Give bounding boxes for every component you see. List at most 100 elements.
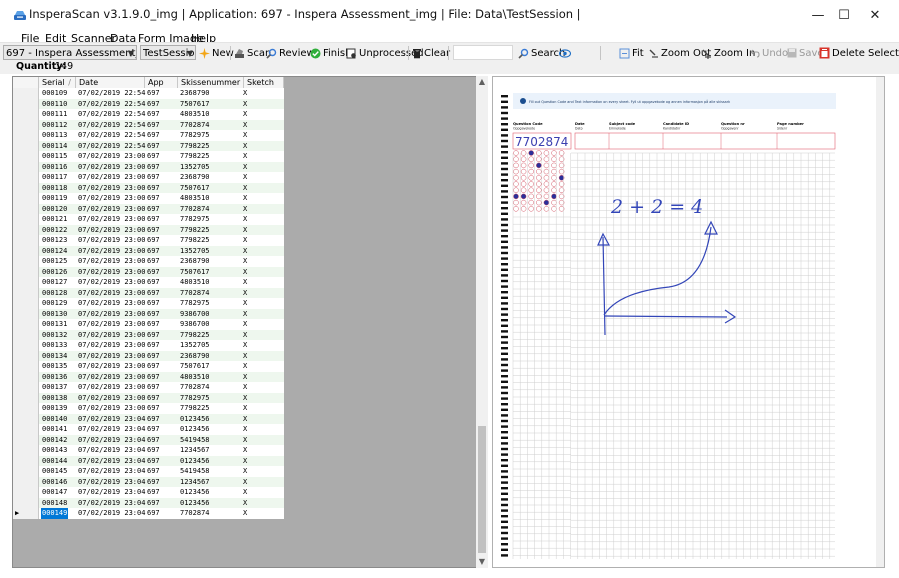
- table-row[interactable]: 000125 07/02/2019 23:00 697 2368790 X: [13, 256, 284, 267]
- clear-button[interactable]: Clear: [412, 46, 450, 60]
- column-header-skissenummer[interactable]: Skissenummer: [178, 77, 244, 88]
- row-header[interactable]: [13, 266, 39, 277]
- row-header[interactable]: [13, 413, 39, 424]
- table-row[interactable]: 000145 07/02/2019 23:04 697 5419458 X: [13, 466, 284, 477]
- table-row[interactable]: 000123 07/02/2019 23:00 697 7798225 X: [13, 235, 284, 246]
- review-button[interactable]: Review: [266, 46, 315, 60]
- search-input[interactable]: [453, 45, 513, 60]
- row-header[interactable]: [13, 476, 39, 487]
- row-header[interactable]: [13, 329, 39, 340]
- fit-button[interactable]: Fit: [619, 46, 644, 60]
- close-button[interactable]: ✕: [853, 4, 897, 26]
- scrollbar-thumb[interactable]: [478, 426, 486, 553]
- table-row[interactable]: 000131 07/02/2019 23:00 697 9386700 X: [13, 319, 284, 330]
- row-header[interactable]: [13, 193, 39, 204]
- new-button[interactable]: New: [199, 46, 234, 60]
- table-row[interactable]: 000117 07/02/2019 23:00 697 2368790 X: [13, 172, 284, 183]
- table-row[interactable]: 000138 07/02/2019 23:00 697 7782975 X: [13, 392, 284, 403]
- table-row[interactable]: 000128 07/02/2019 23:00 697 7702874 X: [13, 287, 284, 298]
- table-row[interactable]: 000133 07/02/2019 23:00 697 1352705 X: [13, 340, 284, 351]
- row-header[interactable]: [13, 245, 39, 256]
- row-header[interactable]: [13, 214, 39, 225]
- table-row[interactable]: 000111 07/02/2019 22:54 697 4803510 X: [13, 109, 284, 120]
- row-header[interactable]: [13, 340, 39, 351]
- row-header[interactable]: [13, 382, 39, 393]
- table-row[interactable]: 000143 07/02/2019 23:04 697 1234567 X: [13, 445, 284, 456]
- table-row[interactable]: 000127 07/02/2019 23:00 697 4803510 X: [13, 277, 284, 288]
- table-row[interactable]: 000136 07/02/2019 23:00 697 4803510 X: [13, 371, 284, 382]
- table-scrollbar[interactable]: ▲ ▼: [476, 76, 488, 568]
- table-row[interactable]: 000110 07/02/2019 22:54 697 7507617 X: [13, 98, 284, 109]
- table-row[interactable]: 000147 07/02/2019 23:04 697 0123456 X: [13, 487, 284, 498]
- table-row[interactable]: 000135 07/02/2019 23:00 697 7507617 X: [13, 361, 284, 372]
- table-row[interactable]: 000137 07/02/2019 23:00 697 7702874 X: [13, 382, 284, 393]
- row-header[interactable]: [13, 350, 39, 361]
- row-header[interactable]: [13, 151, 39, 162]
- viewer-scrollbar[interactable]: [876, 77, 884, 567]
- row-header[interactable]: [13, 224, 39, 235]
- form-image-viewer[interactable]: Fill out Question Code and Text informat…: [492, 76, 885, 568]
- row-header[interactable]: [13, 88, 39, 99]
- table-row[interactable]: 000120 07/02/2019 23:00 697 7702874 X: [13, 203, 284, 214]
- row-header[interactable]: [13, 445, 39, 456]
- table-row[interactable]: 000118 07/02/2019 23:00 697 7507617 X: [13, 182, 284, 193]
- table-row[interactable]: 000122 07/02/2019 23:00 697 7798225 X: [13, 224, 284, 235]
- column-header-date[interactable]: Date: [76, 77, 145, 88]
- table-row[interactable]: 000113 07/02/2019 22:54 697 7782975 X: [13, 130, 284, 141]
- table-row[interactable]: 000130 07/02/2019 23:00 697 9386700 X: [13, 308, 284, 319]
- table-row[interactable]: 000140 07/02/2019 23:04 697 0123456 X: [13, 413, 284, 424]
- table-row[interactable]: 000141 07/02/2019 23:04 697 0123456 X: [13, 424, 284, 435]
- row-header[interactable]: [13, 287, 39, 298]
- column-header-sketch[interactable]: Sketch: [244, 77, 284, 88]
- row-header[interactable]: [13, 182, 39, 193]
- table-row[interactable]: 000144 07/02/2019 23:04 697 0123456 X: [13, 455, 284, 466]
- row-header[interactable]: [13, 298, 39, 309]
- table-row[interactable]: 000121 07/02/2019 23:00 697 7782975 X: [13, 214, 284, 225]
- table-row[interactable]: 000109 07/02/2019 22:54 697 2368790 X: [13, 88, 284, 99]
- row-header[interactable]: [13, 466, 39, 477]
- table-row[interactable]: 000134 07/02/2019 23:00 697 2368790 X: [13, 350, 284, 361]
- table-row[interactable]: 000114 07/02/2019 22:54 697 7798225 X: [13, 140, 284, 151]
- row-header[interactable]: [13, 119, 39, 130]
- table-row[interactable]: 000142 07/02/2019 23:04 697 5419458 X: [13, 434, 284, 445]
- table-row[interactable]: 000148 07/02/2019 23:04 697 0123456 X: [13, 497, 284, 508]
- undo-button[interactable]: Undo: [750, 46, 788, 60]
- row-header[interactable]: [13, 455, 39, 466]
- table-row[interactable]: 000129 07/02/2019 23:00 697 7782975 X: [13, 298, 284, 309]
- scan-table[interactable]: Serial / Date App Skissenummer Sketch 00…: [12, 76, 488, 568]
- delete-selected-button[interactable]: Delete Selected: [819, 46, 899, 60]
- row-header[interactable]: [13, 140, 39, 151]
- row-header[interactable]: [13, 277, 39, 288]
- table-row[interactable]: 000139 07/02/2019 23:00 697 7798225 X: [13, 403, 284, 414]
- table-row[interactable]: 000132 07/02/2019 23:00 697 7798225 X: [13, 329, 284, 340]
- table-row[interactable]: ▶ 000149 07/02/2019 23:04 697 7702874 X: [13, 508, 284, 519]
- row-header[interactable]: [13, 203, 39, 214]
- zoom-in-button[interactable]: Zoom In: [701, 46, 755, 60]
- scroll-down-icon[interactable]: ▼: [476, 556, 488, 568]
- row-header[interactable]: [13, 308, 39, 319]
- row-header[interactable]: [13, 172, 39, 183]
- table-row[interactable]: 000126 07/02/2019 23:00 697 7507617 X: [13, 266, 284, 277]
- row-header[interactable]: [13, 109, 39, 120]
- table-row[interactable]: 000146 07/02/2019 23:04 697 1234567 X: [13, 476, 284, 487]
- table-row[interactable]: 000115 07/02/2019 23:00 697 7798225 X: [13, 151, 284, 162]
- row-header[interactable]: [13, 319, 39, 330]
- session-combo[interactable]: TestSession ▼: [140, 45, 196, 60]
- table-row[interactable]: 000116 07/02/2019 23:00 697 1352705 X: [13, 161, 284, 172]
- column-header-serial[interactable]: Serial /: [39, 77, 76, 88]
- row-header[interactable]: [13, 235, 39, 246]
- row-header[interactable]: [13, 403, 39, 414]
- table-row[interactable]: 000119 07/02/2019 23:00 697 4803510 X: [13, 193, 284, 204]
- row-header[interactable]: [13, 487, 39, 498]
- row-header[interactable]: [13, 497, 39, 508]
- row-header[interactable]: [13, 161, 39, 172]
- application-combo[interactable]: 697 - Inspera Assessment_img ▼: [3, 45, 137, 60]
- row-header[interactable]: [13, 130, 39, 141]
- row-header[interactable]: [13, 371, 39, 382]
- row-header[interactable]: [13, 256, 39, 267]
- table-row[interactable]: 000124 07/02/2019 23:00 697 1352705 X: [13, 245, 284, 256]
- row-header[interactable]: [13, 98, 39, 109]
- row-header[interactable]: [13, 424, 39, 435]
- row-header[interactable]: ▶: [13, 508, 39, 519]
- view-toggle-button[interactable]: [559, 46, 573, 60]
